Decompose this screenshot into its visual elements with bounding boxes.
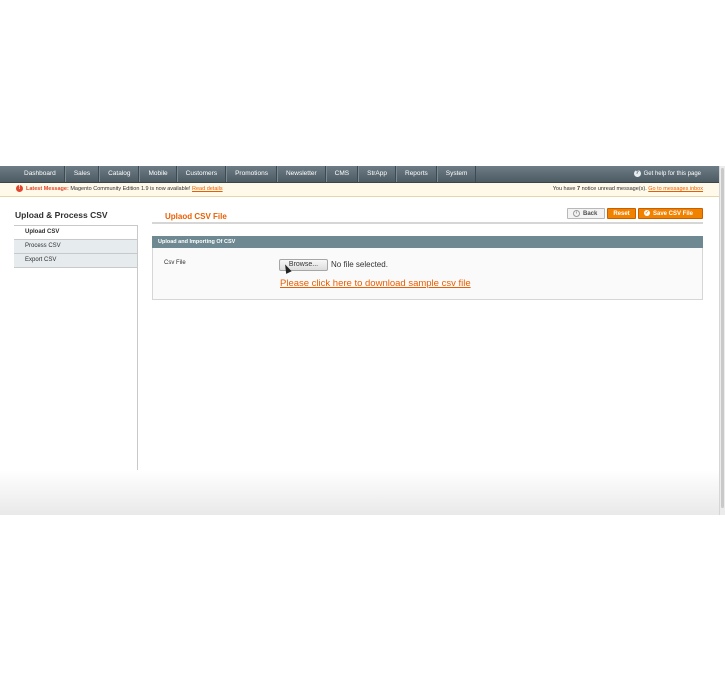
nav-newsletter[interactable]: Newsletter	[276, 166, 326, 182]
header-divider	[152, 222, 703, 224]
nav-dashboard[interactable]: Dashboard	[0, 166, 65, 182]
help-text: Get help for this page	[643, 171, 701, 177]
save-csv-button[interactable]: ✓ Save CSV File	[638, 208, 703, 219]
nav-system[interactable]: System	[436, 166, 477, 182]
sidebar-divider	[137, 225, 138, 475]
sidebar-tabs: Upload CSV Process CSV Export CSV	[14, 225, 138, 268]
admin-frame: Dashboard Sales Catalog Mobile Customers…	[0, 166, 719, 515]
scrollbar-thumb[interactable]	[721, 168, 724, 508]
help-icon: ?	[633, 169, 641, 177]
reset-button[interactable]: Reset	[607, 208, 636, 219]
tab-process-csv[interactable]: Process CSV	[14, 240, 138, 254]
unread-count: 7	[577, 186, 581, 192]
tab-export-csv[interactable]: Export CSV	[14, 254, 138, 268]
back-arrow-icon: ‹	[573, 209, 580, 217]
latest-message-text: Magento Community Edition 1.9 is now ava…	[70, 186, 191, 192]
vertical-scrollbar[interactable]	[719, 166, 725, 515]
nav-cms[interactable]: CMS	[325, 166, 359, 182]
tab-upload-csv[interactable]: Upload CSV	[14, 225, 138, 240]
messages-inbox-link[interactable]: Go to messages inbox	[648, 186, 703, 192]
latest-message-label: Latest Message:	[26, 186, 69, 192]
bottom-fade	[0, 470, 719, 515]
nav-mobile[interactable]: Mobile	[139, 166, 177, 182]
back-label: Back	[583, 211, 598, 217]
main-nav: Dashboard Sales Catalog Mobile Customers…	[0, 166, 719, 183]
sidebar-title: Upload & Process CSV	[15, 210, 108, 220]
section-header: Upload and Importing Of CSV	[152, 236, 703, 248]
unread-prefix: You have	[552, 186, 576, 192]
nav-customers[interactable]: Customers	[176, 166, 227, 182]
warning-icon: !	[16, 185, 23, 193]
csv-file-label: Csv File	[164, 260, 186, 266]
notice-bar: ! Latest Message: Magento Community Editi…	[0, 183, 719, 197]
nav-promotions[interactable]: Promotions	[226, 166, 277, 182]
read-details-link[interactable]: Read details	[192, 186, 223, 192]
nav-reports[interactable]: Reports	[396, 166, 437, 182]
download-sample-link[interactable]: Please click here to download sample csv…	[280, 278, 471, 289]
latest-message: ! Latest Message: Magento Community Editi…	[16, 183, 223, 196]
nav-catalog[interactable]: Catalog	[99, 166, 140, 182]
section-body	[152, 248, 703, 300]
unread-messages: You have 7 notice unread message(s). Go …	[553, 183, 703, 196]
save-label: Save CSV File	[653, 211, 694, 217]
check-icon: ✓	[644, 210, 650, 217]
back-button[interactable]: ‹ Back	[567, 208, 605, 219]
nav-sales[interactable]: Sales	[64, 166, 100, 182]
help-link[interactable]: ? Get help for this page	[633, 166, 701, 182]
file-status: No file selected.	[331, 260, 388, 269]
unread-suffix: notice unread message(s).	[581, 186, 647, 192]
page-title: Uplaod CSV File	[165, 212, 227, 221]
nav-strapp[interactable]: StrApp	[358, 166, 396, 182]
